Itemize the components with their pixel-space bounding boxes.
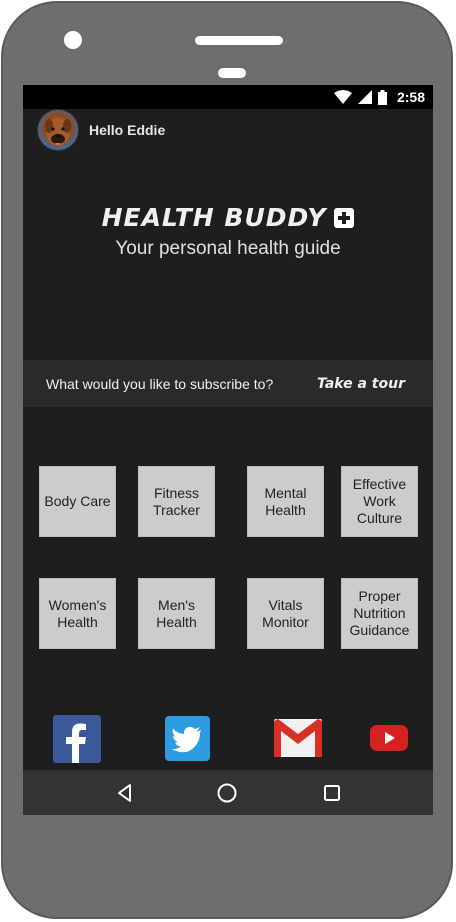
category-body-care[interactable]: Body Care xyxy=(39,466,116,537)
earpiece-speaker xyxy=(195,36,283,45)
category-fitness-tracker[interactable]: Fitness Tracker xyxy=(138,466,215,537)
battery-icon xyxy=(377,89,387,105)
recents-icon[interactable] xyxy=(321,782,343,804)
category-womens-health[interactable]: Women's Health xyxy=(39,578,116,649)
category-mental-health[interactable]: Mental Health xyxy=(247,466,324,537)
take-tour-button[interactable]: Take a tour xyxy=(317,376,405,392)
category-mens-health[interactable]: Men's Health xyxy=(138,578,215,649)
wifi-icon xyxy=(333,90,352,104)
gmail-icon[interactable] xyxy=(274,719,322,757)
app-brand: HEALTH BUDDY xyxy=(23,203,433,232)
signal-icon xyxy=(357,90,372,104)
app-title: HEALTH BUDDY xyxy=(101,203,327,232)
status-time: 2:58 xyxy=(396,89,425,105)
category-vitals-monitor[interactable]: Vitals Monitor xyxy=(247,578,324,649)
app-subtitle: Your personal health guide xyxy=(115,238,341,259)
user-greeting[interactable]: Hello Eddie xyxy=(37,109,165,151)
subscribe-question: What would you like to subscribe to? xyxy=(46,375,274,392)
dog-avatar[interactable] xyxy=(37,109,79,151)
proximity-sensor xyxy=(218,68,246,78)
back-icon[interactable] xyxy=(114,782,136,804)
app-screen: 2:58 Hello Eddie HEALTH BUDDY Your perso… xyxy=(23,85,433,815)
home-icon[interactable] xyxy=(216,782,238,804)
greeting-text: Hello Eddie xyxy=(89,122,166,138)
android-nav-bar xyxy=(23,770,433,815)
subscribe-bar: What would you like to subscribe to? Tak… xyxy=(23,360,433,407)
category-proper-nutrition-guidance[interactable]: Proper Nutrition Guidance xyxy=(341,578,418,649)
front-camera xyxy=(64,31,82,49)
facebook-icon[interactable] xyxy=(53,715,101,763)
dog-face-icon xyxy=(45,118,71,146)
youtube-icon[interactable] xyxy=(370,725,408,751)
status-bar: 2:58 xyxy=(23,85,433,109)
plus-icon xyxy=(334,207,355,228)
category-effective-work-culture[interactable]: Effective Work Culture xyxy=(341,466,418,537)
twitter-icon[interactable] xyxy=(165,716,210,761)
